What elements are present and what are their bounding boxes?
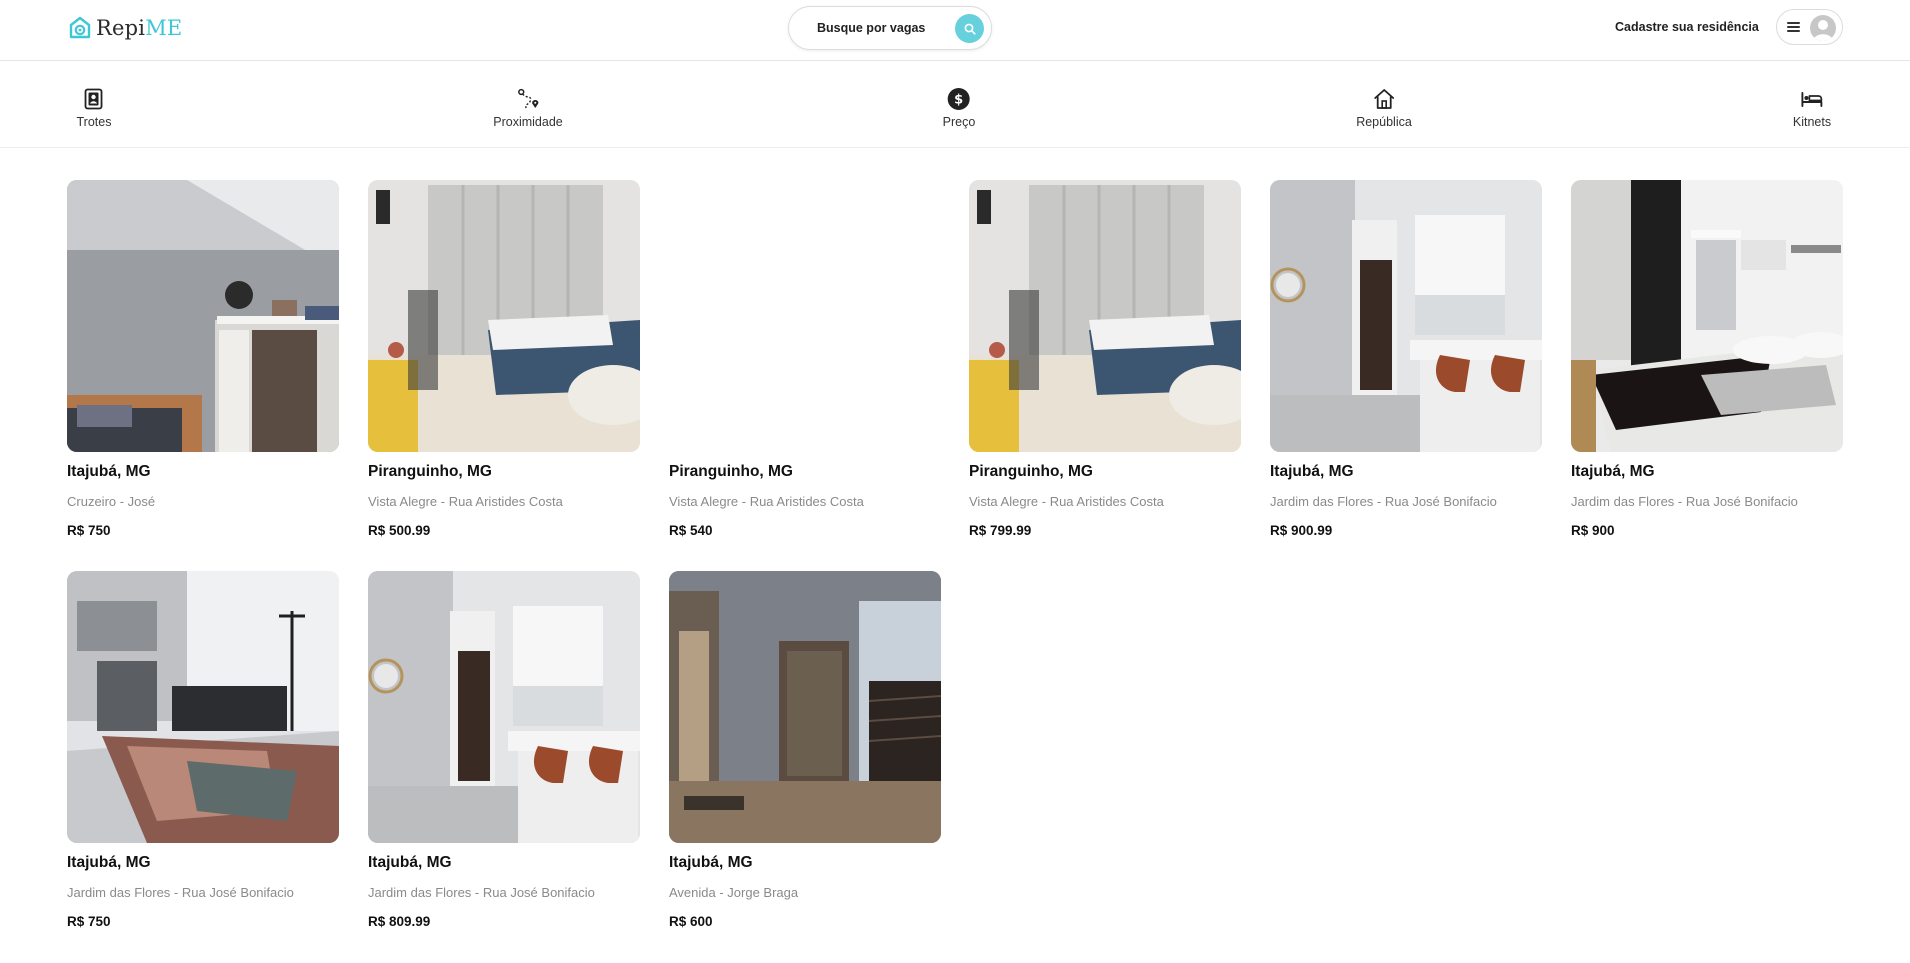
photo-frame-icon <box>82 87 106 111</box>
listing-photo[interactable] <box>1270 180 1542 452</box>
listing-city: Itajubá, MG <box>67 854 151 871</box>
listing-price: R$ 500.99 <box>368 523 431 538</box>
house-icon <box>1372 87 1396 111</box>
user-menu-button[interactable] <box>1776 9 1843 45</box>
user-avatar-icon <box>1810 15 1836 41</box>
listing-city: Itajubá, MG <box>1571 463 1655 480</box>
category-preco[interactable]: $ Preço <box>942 87 976 129</box>
brand-name-primary: Repi <box>96 16 146 40</box>
search-label: Busque por vagas <box>817 21 926 35</box>
listing-price: R$ 540 <box>669 523 713 538</box>
listing-photo-placeholder[interactable] <box>669 180 941 452</box>
listing-card[interactable]: Itajubá, MG Avenida - Jorge Braga R$ 600 <box>669 571 941 929</box>
listing-address: Jardim das Flores - Rua José Bonifacio <box>67 885 294 900</box>
house-logo-icon <box>69 16 91 39</box>
brand-name-accent: ME <box>145 16 183 40</box>
category-trotes[interactable]: Trotes <box>76 87 112 129</box>
listing-city: Itajubá, MG <box>1270 463 1354 480</box>
category-label: Kitnets <box>1792 115 1832 129</box>
listing-card[interactable]: Itajubá, MG Jardim das Flores - Rua José… <box>368 571 640 929</box>
listing-address: Vista Alegre - Rua Aristides Costa <box>368 494 563 509</box>
listing-price: R$ 750 <box>67 523 111 538</box>
listing-card[interactable]: Itajubá, MG Jardim das Flores - Rua José… <box>67 571 339 929</box>
register-residence-link[interactable]: Cadastre sua residência <box>1615 20 1759 34</box>
search-icon <box>964 23 976 35</box>
listing-city: Piranguinho, MG <box>669 463 793 480</box>
listing-card[interactable]: Itajubá, MG Jardim das Flores - Rua José… <box>1270 180 1542 538</box>
listing-card[interactable]: Piranguinho, MG Vista Alegre - Rua Arist… <box>368 180 640 538</box>
listing-address: Jardim das Flores - Rua José Bonifacio <box>368 885 595 900</box>
listing-price: R$ 809.99 <box>368 914 431 929</box>
search-bar[interactable]: Busque por vagas <box>788 6 992 50</box>
category-label: Trotes <box>76 115 112 129</box>
listing-city: Piranguinho, MG <box>969 463 1093 480</box>
listing-price: R$ 900.99 <box>1270 523 1333 538</box>
listing-price: R$ 600 <box>669 914 713 929</box>
listing-city: Itajubá, MG <box>67 463 151 480</box>
listing-city: Itajubá, MG <box>669 854 753 871</box>
listing-address: Jardim das Flores - Rua José Bonifacio <box>1270 494 1497 509</box>
category-label: República <box>1356 115 1412 129</box>
svg-text:$: $ <box>954 93 963 108</box>
dollar-circle-icon: $ <box>947 87 971 111</box>
category-republica[interactable]: República <box>1356 87 1412 129</box>
brand-logo[interactable]: RepiME <box>68 14 182 42</box>
listing-photo[interactable] <box>969 180 1241 452</box>
listing-address: Vista Alegre - Rua Aristides Costa <box>969 494 1164 509</box>
listing-price: R$ 900 <box>1571 523 1615 538</box>
listing-photo[interactable] <box>67 571 339 843</box>
category-proximidade[interactable]: Proximidade <box>493 87 563 129</box>
listing-price: R$ 799.99 <box>969 523 1032 538</box>
search-button[interactable] <box>955 14 984 43</box>
listing-address: Cruzeiro - José <box>67 494 156 509</box>
listing-photo[interactable] <box>368 180 640 452</box>
category-bar: Trotes Proximidade $ Preço República Kit… <box>0 61 1910 148</box>
category-kitnets[interactable]: Kitnets <box>1793 87 1831 129</box>
listing-address: Jardim das Flores - Rua José Bonifacio <box>1571 494 1798 509</box>
category-label: Proximidade <box>493 115 563 129</box>
category-label: Preço <box>942 115 976 129</box>
listing-address: Vista Alegre - Rua Aristides Costa <box>669 494 864 509</box>
route-pin-icon <box>516 87 540 111</box>
listing-price: R$ 750 <box>67 914 111 929</box>
listing-card[interactable]: Itajubá, MG Jardim das Flores - Rua José… <box>1571 180 1843 538</box>
bed-icon <box>1800 87 1824 111</box>
hamburger-icon <box>1787 22 1800 32</box>
listing-card[interactable]: Itajubá, MG Cruzeiro - José R$ 750 <box>67 180 339 538</box>
top-header: RepiME Busque por vagas Cadastre sua res… <box>0 0 1910 61</box>
listing-city: Piranguinho, MG <box>368 463 492 480</box>
listing-card[interactable]: Piranguinho, MG Vista Alegre - Rua Arist… <box>669 180 941 538</box>
listing-photo[interactable] <box>67 180 339 452</box>
listing-city: Itajubá, MG <box>368 854 452 871</box>
brand-name: RepiME <box>96 16 182 40</box>
listing-card[interactable]: Piranguinho, MG Vista Alegre - Rua Arist… <box>969 180 1241 538</box>
listing-photo[interactable] <box>669 571 941 843</box>
listing-address: Avenida - Jorge Braga <box>669 885 799 900</box>
listing-photo[interactable] <box>368 571 640 843</box>
listing-photo[interactable] <box>1571 180 1843 452</box>
